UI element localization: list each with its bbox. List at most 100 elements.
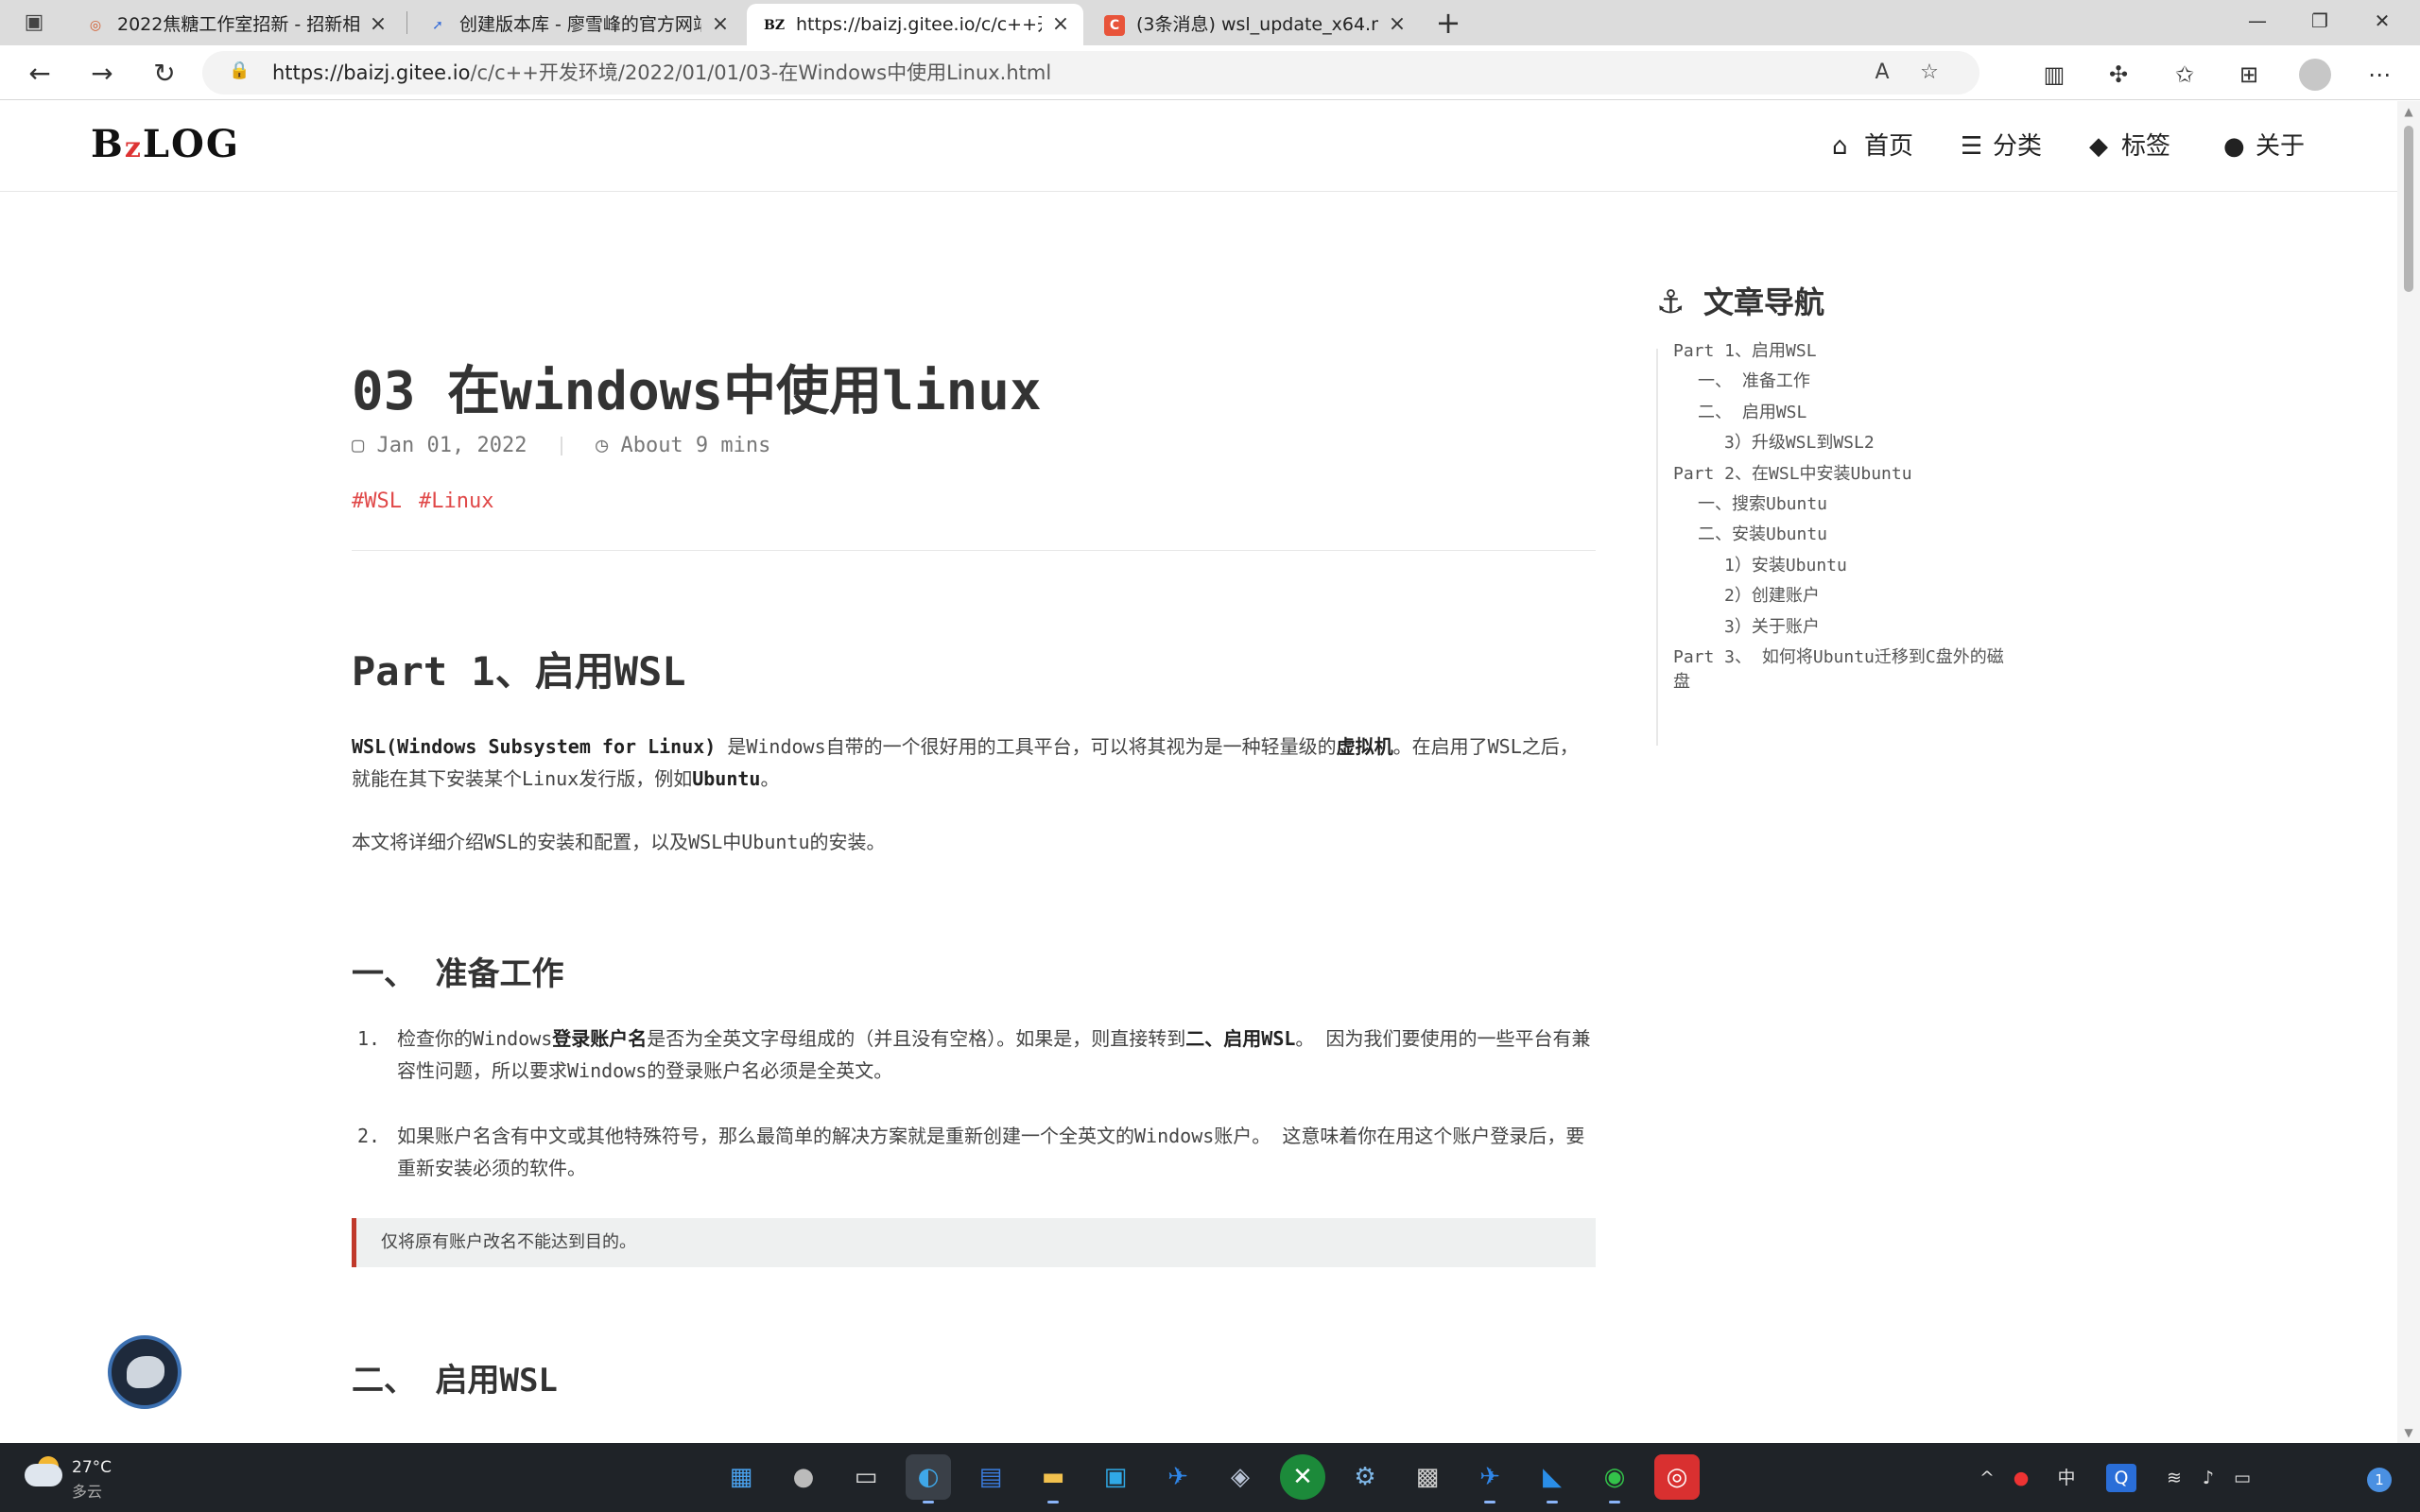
list-bold: 登录账户名: [552, 1027, 648, 1050]
toc-item[interactable]: Part 2、在WSL中安装Ubuntu: [1673, 462, 1912, 487]
bz-icon: BZ: [764, 18, 786, 33]
network-tool-icon[interactable]: ⚙: [1342, 1454, 1388, 1500]
weather-description: 多云: [72, 1483, 103, 1501]
post-title: 03 在windows中使用linux: [352, 361, 1042, 422]
search-icon[interactable]: ●: [781, 1454, 826, 1500]
intro-text: 是Windows自带的一个很好用的工具平台，可以将其视为是一种轻量级的: [716, 735, 1337, 758]
notification-badge[interactable]: 1: [2367, 1468, 2392, 1492]
nav-tags[interactable]: ◆ 标签: [2089, 128, 2170, 165]
page-scrollbar[interactable]: ▲ ▼: [2397, 101, 2420, 1443]
url-text[interactable]: https://baizj.gitee.io/c/c++开发环境/2022/01…: [272, 51, 1051, 94]
toc-item[interactable]: 盘: [1673, 670, 1690, 695]
toc-item[interactable]: Part 3、 如何将Ubuntu迁移到C盘外的磁: [1673, 645, 2004, 670]
forward-icon[interactable]: →: [83, 55, 121, 93]
tab-liaoxuefeng[interactable]: ➚ 创建版本库 - 廖雪峰的官方网站 ×: [410, 4, 743, 45]
xbox-icon[interactable]: ✕: [1280, 1454, 1325, 1500]
list-item-1: 1. 检查你的Windows登录账户名是否为全英文字母组成的（并且没有空格）。如果…: [357, 1022, 1598, 1087]
collections-icon[interactable]: ⊞: [2233, 59, 2265, 91]
battery-icon[interactable]: ▭: [2227, 1464, 2257, 1492]
toc-item[interactable]: 一、 准备工作: [1698, 369, 1810, 394]
game-controller-icon[interactable]: ▩: [1405, 1454, 1450, 1500]
toc-title-text: 文章导航: [1703, 284, 1825, 320]
cloud-icon: [25, 1464, 62, 1486]
weather-widget[interactable]: 27°C 多云: [25, 1454, 119, 1502]
toc-item[interactable]: 2）创建账户: [1724, 584, 1820, 609]
scroll-up-icon[interactable]: ▲: [2397, 105, 2420, 118]
avatar-widget[interactable]: [108, 1335, 182, 1409]
extensions-icon[interactable]: ✣: [2102, 59, 2135, 91]
nav-label: 关于: [2256, 132, 2306, 161]
anchor-icon: ⚓: [1656, 284, 1685, 321]
tab-csdn[interactable]: C (3条消息) wsl_update_x64.msi 下 ×: [1087, 4, 1420, 45]
volume-icon[interactable]: ♪: [2193, 1464, 2223, 1492]
tab-caramel-studio[interactable]: ◎ 2022焦糖工作室招新 - 招新相关 ×: [68, 4, 401, 45]
reader-view-icon[interactable]: ▥: [2038, 59, 2070, 91]
heading-enable-wsl: 二、 启用WSL: [352, 1362, 558, 1400]
lock-icon[interactable]: 🔒: [229, 60, 250, 85]
windows-taskbar: 27°C 多云 ▦ ● ▭ ◐ ▤ ▬ ▣ ✈ ◈ ✕ ⚙ ▩ ✈ ◣ ◉ ◎ …: [0, 1443, 2420, 1512]
toc-item[interactable]: 二、 启用WSL: [1698, 401, 1806, 425]
refresh-icon[interactable]: ↻: [146, 55, 183, 93]
netease-music-icon[interactable]: ◎: [1654, 1454, 1700, 1500]
list-item-2: 2. 如果账户名含有中文或其他特殊符号，那么最简单的解决方案就是重新创建一个全英文…: [357, 1120, 1598, 1184]
wifi-icon[interactable]: ≋: [2159, 1464, 2189, 1492]
bilibili-icon[interactable]: ▣: [1093, 1454, 1138, 1500]
feishu-icon[interactable]: ✈: [1155, 1454, 1201, 1500]
virtualbox-icon[interactable]: ◈: [1218, 1454, 1263, 1500]
more-menu-icon[interactable]: ⋯: [2363, 59, 2395, 91]
wechat-icon[interactable]: ◉: [1592, 1454, 1637, 1503]
close-icon[interactable]: ×: [709, 4, 732, 45]
feishu-icon-2[interactable]: ✈: [1467, 1454, 1512, 1503]
minimize-icon[interactable]: —: [2233, 4, 2282, 38]
task-view-icon[interactable]: ▭: [843, 1454, 889, 1500]
site-header: BzLOG ⌂ 首页 ☰ 分类 ◆ 标签 ● 关于: [0, 101, 2397, 192]
tab-baizj-active[interactable]: BZ https://baizj.gitee.io/c/c++开发环 ×: [747, 4, 1083, 45]
tag-link-wsl[interactable]: #WSL: [352, 490, 402, 513]
nav-home[interactable]: ⌂ 首页: [1832, 128, 1913, 165]
address-bar[interactable]: 🔒 https://baizj.gitee.io/c/c++开发环境/2022/…: [202, 51, 1979, 94]
favorites-icon[interactable]: ✩: [2169, 59, 2201, 91]
toc-item[interactable]: 1）安装Ubuntu: [1724, 554, 1847, 578]
tray-app-icon[interactable]: Q: [2106, 1464, 2136, 1492]
window-close-icon[interactable]: ✕: [2358, 4, 2407, 38]
nav-categories[interactable]: ☰ 分类: [1961, 128, 2042, 165]
new-tab-button[interactable]: +: [1429, 6, 1467, 40]
favorite-star-icon[interactable]: ☆: [1915, 59, 1944, 87]
heading-part1: Part 1、启用WSL: [352, 648, 686, 695]
home-icon: ⌂: [1832, 132, 1848, 161]
tag-link-linux[interactable]: #Linux: [419, 490, 493, 513]
nav-about[interactable]: ● 关于: [2223, 128, 2305, 165]
qq-tray-icon[interactable]: ●: [2006, 1464, 2036, 1492]
toc-item[interactable]: 一、搜索Ubuntu: [1698, 492, 1827, 517]
store-icon[interactable]: ▤: [968, 1454, 1013, 1500]
profile-avatar-icon[interactable]: [2299, 59, 2331, 91]
toc-rail: [1656, 349, 1658, 746]
close-icon[interactable]: ×: [1386, 4, 1409, 45]
scrollbar-thumb[interactable]: [2404, 126, 2413, 292]
edge-browser-icon[interactable]: ◐: [906, 1454, 951, 1503]
close-icon[interactable]: ×: [1049, 4, 1072, 45]
read-aloud-icon[interactable]: A: [1868, 59, 1896, 87]
list-icon: ☰: [1961, 132, 1983, 161]
toc-item[interactable]: 3）关于账户: [1724, 615, 1820, 640]
url-host: https://baizj.gitee.io: [272, 61, 471, 84]
toc-item[interactable]: 二、安装Ubuntu: [1698, 523, 1827, 547]
back-icon[interactable]: ←: [21, 55, 59, 93]
site-logo[interactable]: BzLOG: [91, 122, 240, 166]
file-explorer-icon[interactable]: ▬: [1030, 1454, 1076, 1503]
toc-item[interactable]: Part 1、启用WSL: [1673, 339, 1817, 364]
tray-overflow-icon[interactable]: ^: [1974, 1464, 2000, 1492]
intro-text: 。: [760, 767, 780, 790]
vscode-icon[interactable]: ◣: [1530, 1454, 1575, 1503]
close-icon[interactable]: ×: [367, 4, 389, 45]
calendar-icon: ▢: [352, 434, 365, 457]
ime-indicator[interactable]: 中: [2048, 1464, 2085, 1492]
intro-bold: Ubuntu: [692, 767, 761, 790]
scroll-down-icon[interactable]: ▼: [2397, 1426, 2420, 1439]
windows-start-icon[interactable]: ▦: [718, 1454, 764, 1500]
tab-actions-icon[interactable]: ▣: [17, 9, 51, 36]
list-text: 如果账户名含有中文或其他特殊符号，那么最简单的解决方案就是重新创建一个全英文的W…: [397, 1125, 1585, 1179]
tab-title: (3条消息) wsl_update_x64.msi 下: [1136, 14, 1378, 35]
toc-item[interactable]: 3）升级WSL到WSL2: [1724, 431, 1875, 455]
restore-icon[interactable]: ❐: [2295, 4, 2344, 38]
